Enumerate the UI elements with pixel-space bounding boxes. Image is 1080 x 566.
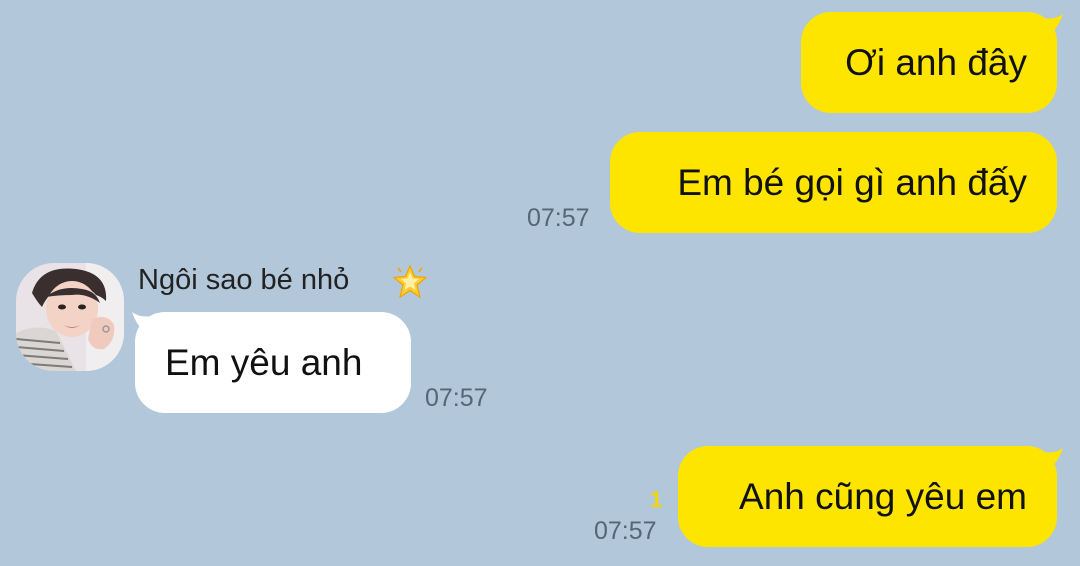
message-text: Em bé gọi gì anh đấy xyxy=(677,162,1027,203)
sender-name: Ngôi sao bé nhỏ xyxy=(138,264,350,296)
message-text: Em yêu anh xyxy=(165,342,363,383)
avatar[interactable] xyxy=(16,263,124,371)
message-timestamp: 07:57 xyxy=(594,517,657,545)
outgoing-message-bubble[interactable]: Em bé gọi gì anh đấy xyxy=(610,132,1057,233)
message-timestamp: 07:57 xyxy=(425,384,488,412)
incoming-message-bubble[interactable]: Em yêu anh xyxy=(135,312,411,413)
message-text: Ơi anh đây xyxy=(845,42,1027,83)
outgoing-message-bubble[interactable]: Ơi anh đây xyxy=(801,12,1057,113)
message-timestamp: 07:57 xyxy=(527,204,590,232)
bubble-tail xyxy=(1043,448,1063,468)
glowing-star-icon xyxy=(392,264,428,299)
message-text: Anh cũng yêu em xyxy=(739,476,1027,517)
chat-area: Ơi anh đây Em bé gọi gì anh đấy 07:57 Ng… xyxy=(0,0,1080,566)
unread-count: 1 xyxy=(650,487,663,512)
outgoing-message-bubble[interactable]: Anh cũng yêu em xyxy=(678,446,1057,547)
bubble-tail xyxy=(1043,14,1063,34)
bubble-tail xyxy=(132,312,152,332)
